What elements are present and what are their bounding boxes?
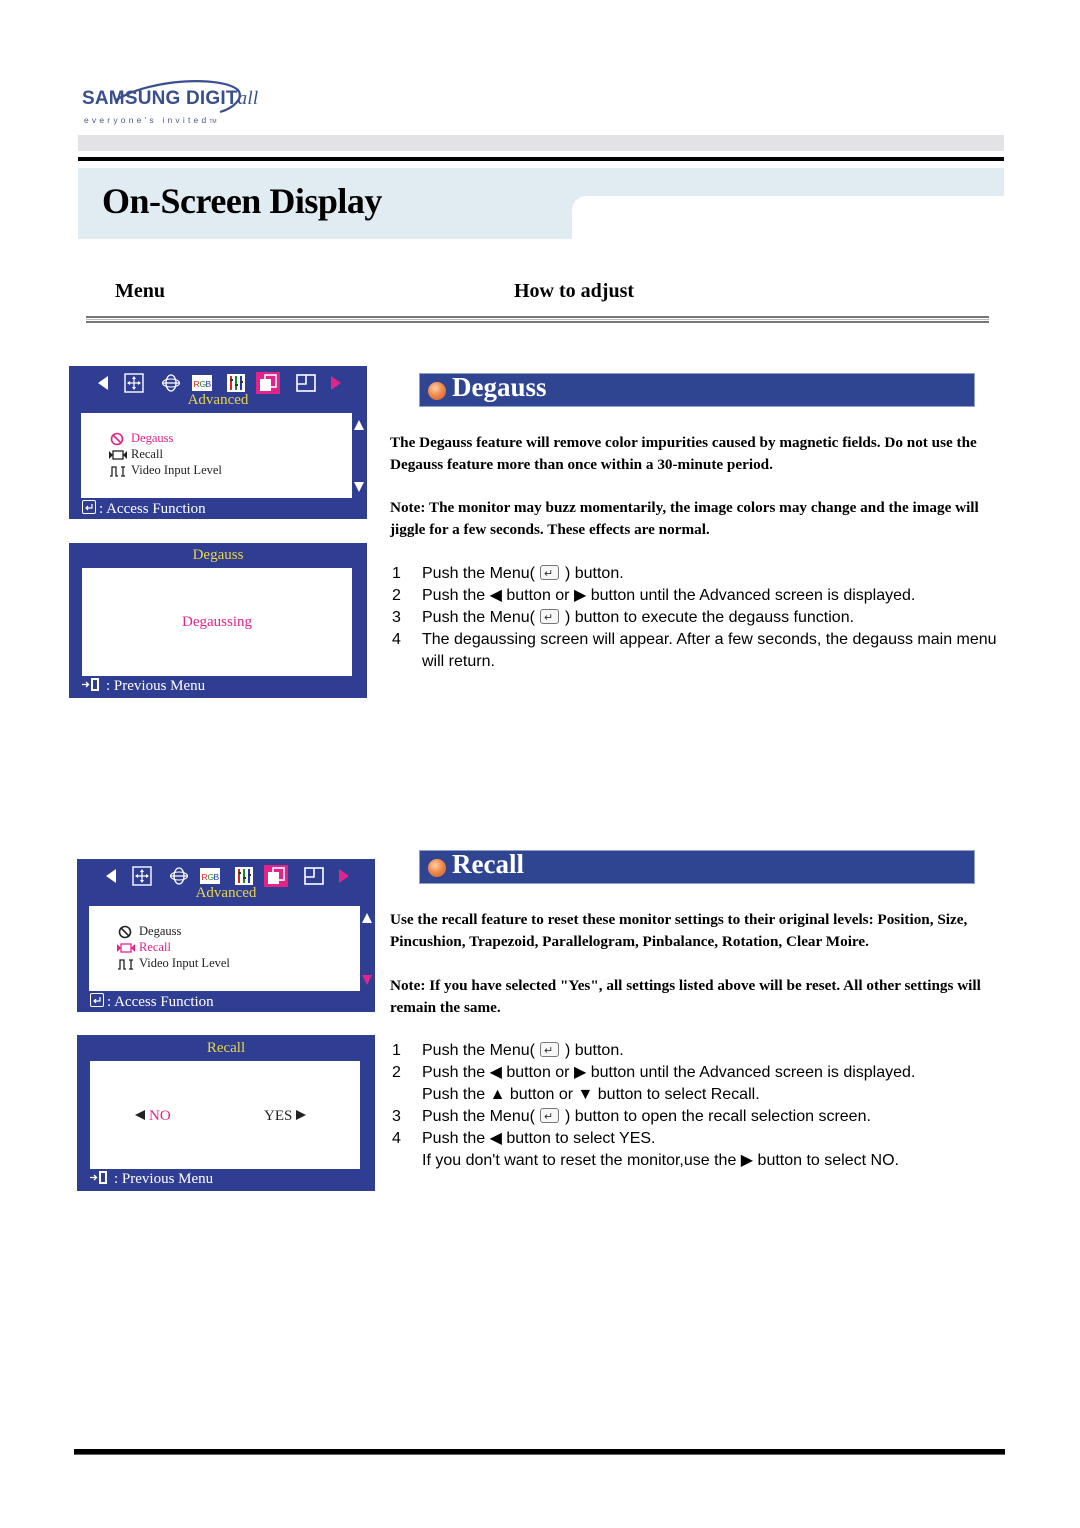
scroll-down-icon[interactable] bbox=[362, 975, 372, 985]
right-triangle-icon bbox=[296, 1110, 307, 1120]
osd-advanced-menu-degauss: RGB Advanced Degauss Recall Video Input … bbox=[69, 366, 367, 519]
osd-menu-title: Advanced bbox=[187, 392, 249, 408]
osd-advanced-menu-recall: RGB Advanced Degauss Recall Video Input … bbox=[77, 859, 375, 1012]
menu-button-icon bbox=[539, 1106, 559, 1128]
step: 3Push the Menu() button to open the reca… bbox=[392, 1106, 1004, 1128]
column-heading-how-to-adjust: How to adjust bbox=[514, 280, 635, 302]
heading-rule bbox=[86, 316, 989, 323]
exit-door-icon bbox=[82, 678, 99, 691]
position-icon[interactable] bbox=[132, 866, 152, 886]
section-title: Recall bbox=[452, 849, 524, 879]
title-band-cutout bbox=[572, 196, 1004, 242]
section-title: Degauss bbox=[452, 372, 547, 402]
osd-dialog-title: Recall bbox=[206, 1040, 246, 1056]
page-title: On-Screen Display bbox=[102, 181, 382, 221]
osd-item-degauss[interactable]: Degauss bbox=[109, 431, 173, 446]
degauss-icon bbox=[110, 432, 124, 446]
geometry-icon[interactable] bbox=[169, 866, 189, 886]
right-arrow-icon[interactable] bbox=[326, 373, 346, 393]
left-arrow-icon[interactable] bbox=[101, 866, 121, 886]
scroll-up-icon[interactable] bbox=[362, 913, 372, 923]
recall-steps: 1Push the Menu() button. 2Push the ◀ but… bbox=[392, 1040, 1004, 1172]
option-no[interactable]: NO bbox=[135, 1108, 171, 1125]
window-icon[interactable] bbox=[296, 373, 316, 393]
geometry-icon[interactable] bbox=[161, 373, 181, 393]
header-band bbox=[78, 135, 1004, 151]
osd-dialog-body: Degaussing bbox=[82, 568, 352, 676]
osd-recall-dialog: Recall NO YES : Previous Menu bbox=[77, 1035, 375, 1191]
osd-item-list: Degauss Recall Video Input Level bbox=[89, 906, 360, 991]
step: 4 The degaussing screen will appear. Afte… bbox=[392, 631, 997, 670]
advanced-icon[interactable] bbox=[264, 865, 288, 887]
header-rule bbox=[78, 157, 1004, 161]
degauss-icon bbox=[118, 925, 132, 939]
step: 2 Push the ◀ button or ▶ button until the… bbox=[392, 587, 916, 604]
enter-key-icon bbox=[82, 500, 96, 514]
svg-text:B: B bbox=[206, 379, 212, 389]
step: 4 Push the ◀ button to select YES. bbox=[392, 1130, 656, 1147]
left-triangle-icon bbox=[135, 1110, 145, 1120]
video-level-icon bbox=[118, 959, 133, 970]
step: 1Push the Menu() button. bbox=[392, 563, 1004, 585]
menu-button-icon bbox=[539, 1040, 559, 1062]
enter-key-icon bbox=[90, 993, 104, 1007]
bullet-ball-icon bbox=[428, 859, 446, 877]
recall-description: Use the recall feature to reset these mo… bbox=[390, 911, 968, 950]
footer-rule bbox=[74, 1449, 1005, 1455]
step: 2 Push the ◀ button or ▶ button until the… bbox=[392, 1064, 916, 1081]
recall-icon bbox=[109, 450, 127, 460]
scroll-up-icon[interactable] bbox=[354, 420, 364, 430]
osd-item-video-input-level[interactable]: Video Input Level bbox=[117, 956, 230, 971]
osd-item-recall[interactable]: Recall bbox=[109, 447, 163, 462]
osd-item-degauss[interactable]: Degauss bbox=[117, 924, 181, 939]
exit-door-icon bbox=[90, 1171, 107, 1184]
logo-wordmark: SAMSUNG DIGITall bbox=[82, 88, 259, 109]
window-icon[interactable] bbox=[304, 866, 324, 886]
recall-icon bbox=[117, 943, 135, 953]
degauss-description: The Degauss feature will remove color im… bbox=[390, 434, 977, 473]
step: Push the ▲ button or ▼ button to select … bbox=[422, 1086, 760, 1103]
menu-button-icon bbox=[539, 563, 559, 585]
osd-item-list: Degauss Recall Video Input Level bbox=[81, 413, 352, 498]
osd-footer-previous-menu: : Previous Menu bbox=[82, 678, 205, 695]
advanced-icon[interactable] bbox=[256, 372, 280, 394]
bullet-ball-icon bbox=[428, 382, 446, 400]
scroll-down-icon[interactable] bbox=[354, 482, 364, 492]
left-arrow-icon[interactable] bbox=[93, 373, 113, 393]
osd-dialog-body: NO YES bbox=[90, 1061, 360, 1169]
svg-text:B: B bbox=[214, 872, 220, 882]
step: 3Push the Menu() button to execute the d… bbox=[392, 607, 1004, 629]
rgb-icon[interactable]: RGB bbox=[192, 373, 212, 393]
osd-menu-title: Advanced bbox=[195, 885, 257, 901]
rgb-icon[interactable]: RGB bbox=[200, 866, 220, 886]
osd-footer-access-function: : Access Function bbox=[90, 993, 214, 1011]
osd-item-recall[interactable]: Recall bbox=[117, 940, 171, 955]
menu-button-icon bbox=[539, 607, 559, 629]
recall-note: Note: If you have selected "Yes", all se… bbox=[390, 977, 981, 1016]
step: 1Push the Menu() button. bbox=[392, 1040, 1004, 1062]
osd-item-video-input-level[interactable]: Video Input Level bbox=[109, 463, 222, 478]
osd-dialog-title: Degauss bbox=[192, 547, 244, 563]
logo-tagline: everyone's invitedTM bbox=[84, 115, 217, 125]
video-level-icon bbox=[110, 466, 125, 477]
section-header-degauss: Degauss bbox=[419, 372, 975, 407]
osd-footer-previous-menu: : Previous Menu bbox=[90, 1171, 213, 1188]
option-yes[interactable]: YES bbox=[264, 1108, 307, 1125]
color-bars-icon[interactable] bbox=[234, 866, 254, 886]
degauss-note: Note: The monitor may buzz momentarily, … bbox=[390, 499, 979, 538]
step: If you don't want to reset the monitor,u… bbox=[422, 1152, 899, 1169]
color-bars-icon[interactable] bbox=[226, 373, 246, 393]
position-icon[interactable] bbox=[124, 373, 144, 393]
osd-degauss-dialog: Degauss Degaussing : Previous Menu bbox=[69, 543, 367, 698]
degaussing-message: Degaussing bbox=[182, 614, 252, 630]
degauss-steps: 1Push the Menu() button. 2Push the ◀ but… bbox=[392, 563, 1004, 673]
right-arrow-icon[interactable] bbox=[334, 866, 354, 886]
samsung-logo: SAMSUNG DIGITall everyone's invitedTM bbox=[82, 80, 258, 130]
osd-footer-access-function: : Access Function bbox=[82, 500, 206, 518]
column-heading-menu: Menu bbox=[115, 280, 165, 302]
section-header-recall: Recall bbox=[419, 849, 975, 884]
